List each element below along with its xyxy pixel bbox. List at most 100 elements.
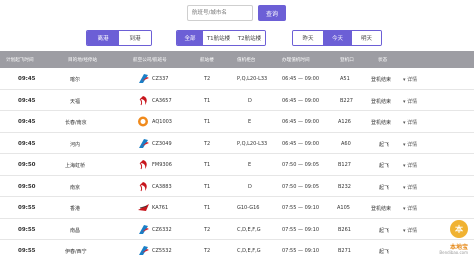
table-header: 计划起飞时间 目的地/经停站 航空公司/航班号 航站楼 值机柜台 办理值机时间 …: [0, 51, 474, 68]
row-status: 登机结束: [371, 98, 392, 105]
row-time: 09:50: [18, 183, 36, 190]
tab-terminal-t2[interactable]: T2航站楼: [234, 31, 265, 45]
row-time: 09:55: [18, 226, 36, 233]
table-row: 09:45 天福 CA3657 T1 D 06:45 — 09:00 B227 …: [0, 90, 474, 111]
row-flight: KA761: [152, 205, 169, 211]
search-input[interactable]: [187, 5, 253, 21]
row-detail-link[interactable]: 详情: [403, 162, 417, 169]
row-status: 起飞: [379, 163, 390, 169]
row-checkin-time: 07:55 — 09:10: [282, 226, 319, 233]
row-checkin-time: 07:50 — 09:05: [282, 162, 319, 168]
row-terminal: T1: [204, 205, 211, 211]
row-status: 起飞: [379, 141, 390, 148]
row-flight: CZ5532: [152, 248, 172, 254]
row-detail-link[interactable]: 详情: [403, 76, 417, 83]
col-counter: 值机柜台: [237, 58, 256, 63]
air-china-logo-icon: [139, 95, 147, 105]
row-gate: B261: [338, 226, 351, 233]
row-status: 登机结束: [371, 77, 392, 83]
row-counter: C,D,E,F,G: [237, 248, 261, 254]
table-row: 09:45 长春/南京 AQ1003 T1 E 06:45 — 09:00 A1…: [0, 111, 474, 133]
row-terminal: T2: [204, 76, 211, 82]
row-destination: 南京: [70, 184, 81, 191]
col-time: 计划起飞时间: [6, 58, 34, 63]
row-gate: A51: [340, 76, 350, 82]
col-gate: 登机口: [340, 58, 354, 63]
row-terminal: T1: [204, 119, 211, 125]
flight-table: 09:45 喀尔 CZ337 T2 P,Q,L20-L33 06:45 — 09…: [0, 68, 474, 260]
row-detail-link[interactable]: 详情: [403, 184, 417, 191]
row-counter: P,Q,L20-L33: [237, 140, 268, 147]
filter-bar: 离港 到港 全部 T1航站楼 T2航站楼 昨天 今天 明天: [0, 30, 474, 46]
tab-terminal-t1[interactable]: T1航站楼: [203, 31, 234, 45]
row-detail-link[interactable]: 详情: [403, 227, 417, 234]
row-detail-link[interactable]: 详情: [403, 141, 417, 148]
bendibao-logo-icon: 本: [450, 220, 468, 238]
row-terminal: T2: [204, 140, 211, 147]
row-detail-link[interactable]: 详情: [403, 205, 417, 212]
row-counter: G10-G16: [237, 205, 260, 211]
row-gate: B271: [338, 248, 351, 254]
row-terminal: T1: [204, 97, 211, 104]
row-terminal: T1: [204, 183, 211, 190]
shenzhen-airlines-logo-icon: [138, 116, 148, 127]
row-destination: 上海虹桥: [65, 163, 86, 169]
table-row: 09:55 伊春/西宁 CZ5532 T2 C,D,E,F,G 07:55 — …: [0, 240, 474, 260]
air-china-logo-icon: [139, 160, 147, 170]
table-row: 09:50 南京 CA3883 T1 D 07:50 — 09:05 B232 …: [0, 176, 474, 197]
row-destination: 长春/南京: [65, 120, 87, 126]
row-gate: A126: [338, 119, 351, 125]
row-destination: 香港: [70, 206, 81, 212]
search-bar: 查询: [187, 5, 286, 21]
tab-yesterday[interactable]: 昨天: [293, 31, 323, 45]
tab-departure[interactable]: 离港: [87, 31, 119, 45]
row-terminal: T1: [204, 162, 211, 168]
row-flight: CZ337: [152, 76, 169, 82]
col-destination: 目的地/经停站: [68, 58, 98, 63]
row-detail-link[interactable]: 详情: [403, 119, 417, 126]
row-status: 起飞: [379, 249, 390, 255]
row-checkin-time: 06:45 — 09:00: [282, 140, 319, 147]
row-counter: C,D,E,F,G: [237, 226, 261, 233]
row-gate: B127: [338, 162, 351, 168]
row-gate: B227: [340, 97, 353, 104]
tab-arrival[interactable]: 到港: [119, 31, 151, 45]
row-flight: AQ1003: [152, 119, 172, 125]
direction-toggle: 离港 到港: [86, 30, 152, 46]
row-status: 起飞: [379, 227, 390, 234]
table-row: 09:55 香港 KA761 T1 G10-G16 07:55 — 09:10 …: [0, 197, 474, 219]
table-row: 09:45 河内 CZ3049 T2 P,Q,L20-L33 06:45 — 0…: [0, 133, 474, 154]
row-time: 09:45: [18, 76, 36, 82]
row-counter: E: [248, 119, 252, 125]
table-row: 09:45 喀尔 CZ337 T2 P,Q,L20-L33 06:45 — 09…: [0, 68, 474, 90]
row-time: 09:50: [18, 162, 36, 168]
row-destination: 伊春/西宁: [65, 249, 87, 255]
row-counter: E: [248, 162, 252, 168]
row-time: 09:45: [18, 140, 36, 147]
row-counter: P,Q,L20-L33: [237, 76, 268, 82]
row-destination: 南昌: [70, 227, 81, 234]
china-southern-logo-icon: [139, 74, 149, 83]
row-terminal: T2: [204, 226, 211, 233]
day-toggle: 昨天 今天 明天: [292, 30, 382, 46]
air-china-logo-icon: [139, 181, 147, 191]
china-southern-logo-icon: [139, 246, 149, 255]
row-counter: D: [248, 97, 252, 104]
row-gate: B232: [338, 183, 351, 190]
row-time: 09:55: [18, 248, 36, 254]
row-terminal: T2: [204, 248, 211, 254]
row-destination: 喀尔: [70, 77, 81, 83]
row-detail-link[interactable]: 详情: [403, 98, 417, 105]
terminal-toggle: 全部 T1航站楼 T2航站楼: [176, 30, 266, 46]
row-counter: D: [248, 183, 252, 190]
row-flight: FM9306: [152, 162, 172, 168]
bendibao-watermark: 本 本地宝 Bendibao.com: [434, 220, 468, 256]
china-southern-logo-icon: [139, 138, 149, 148]
row-time: 09:55: [18, 205, 36, 211]
row-status: 登机结束: [371, 206, 392, 212]
row-checkin-time: 07:55 — 09:10: [282, 248, 319, 254]
tab-today[interactable]: 今天: [323, 31, 352, 45]
search-button[interactable]: 查询: [258, 5, 286, 21]
tab-terminal-all[interactable]: 全部: [177, 31, 203, 45]
tab-tomorrow[interactable]: 明天: [352, 31, 381, 45]
